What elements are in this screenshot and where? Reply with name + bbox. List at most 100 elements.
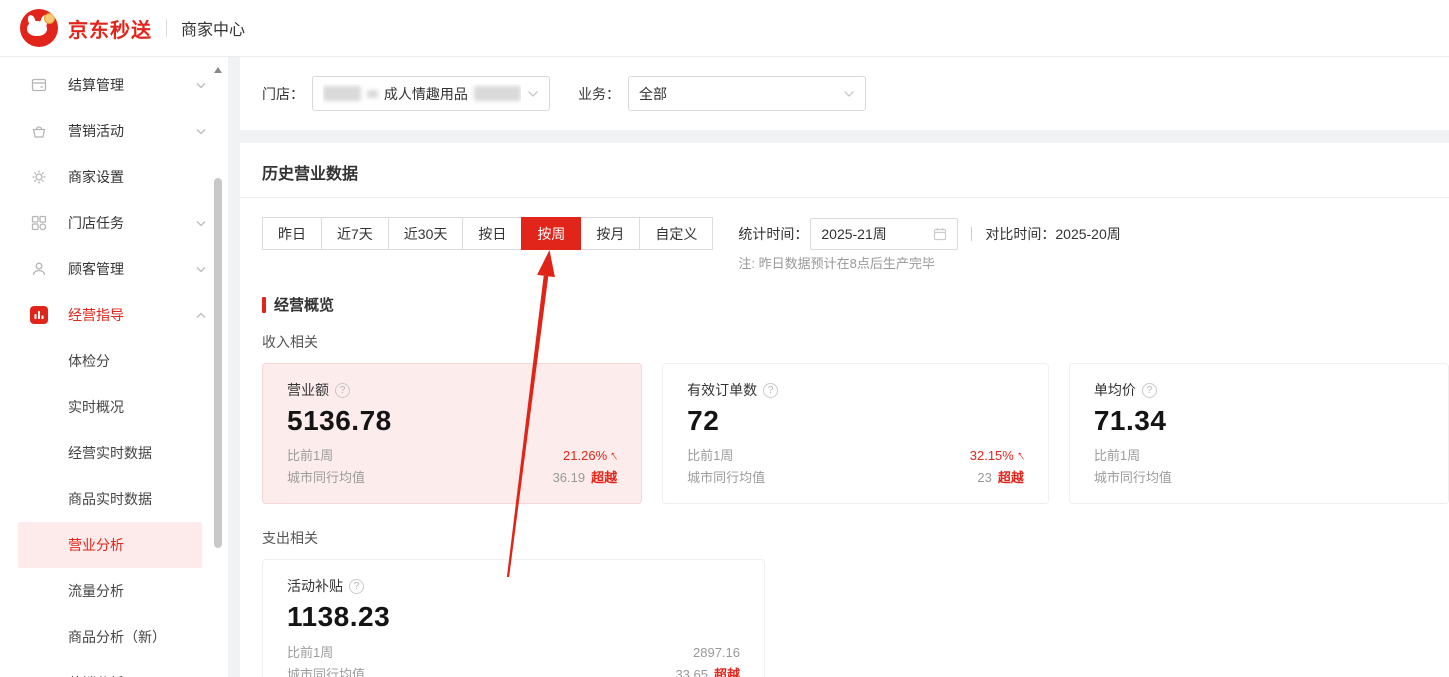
settlement-icon [30,76,48,94]
row-label: 城市同行均值 [1094,467,1172,489]
row-label: 比前1周 [1094,445,1140,467]
customers-icon [30,260,48,278]
help-icon[interactable]: ? [335,383,350,398]
tab-by-month[interactable]: 按月 [580,217,640,250]
time-range-tabs: 昨日 近7天 近30天 按日 按周 按月 自定义 [262,217,713,250]
help-icon[interactable]: ? [1142,383,1157,398]
card-value: 1138.23 [287,601,740,633]
sidebar-subitem-realtime-overview[interactable]: 实时概况 [0,384,228,430]
row-value: 23 [977,470,991,485]
business-select[interactable]: 全部 [628,76,866,111]
history-data-panel: 历史营业数据 昨日 近7天 近30天 按日 按周 按月 自定义 统计时间： 20… [240,143,1449,677]
row-value: 32.15% [970,448,1014,463]
masked-text [474,86,521,101]
business-label: 业务： [578,84,620,104]
row-value: 21.26% [563,448,607,463]
chevron-down-icon [196,82,206,89]
compare-time-label: 对比时间： [985,224,1055,244]
metric-card-activity-subsidy: 活动补贴 ? 1138.23 比前1周 2897.16 城市同行均值 33.65… [262,559,765,677]
card-title: 活动补贴 [287,576,343,596]
overview-title: 经营概览 [274,294,334,315]
sidebar-subitem-health-score[interactable]: 体检分 [0,338,228,384]
stat-time-label: 统计时间： [738,224,808,244]
row-label: 城市同行均值 [287,467,365,489]
tab-last-7-days[interactable]: 近7天 [321,217,389,250]
sidebar-item-label: 结算管理 [68,75,196,95]
sidebar-item-label: 顾客管理 [68,259,196,279]
tab-yesterday[interactable]: 昨日 [262,217,322,250]
sidebar-item-label: 门店任务 [68,213,196,233]
sidebar-scrollbar-thumb[interactable] [214,178,222,548]
compare-time-value: 2025-20周 [1055,224,1120,244]
surpass-badge: 超越 [998,470,1024,485]
surpass-badge: 超越 [591,470,617,485]
vertical-divider [971,227,972,241]
card-value: 72 [687,405,1024,437]
masked-text [367,90,378,98]
sidebar-subitem-traffic-analysis[interactable]: 流量分析 [0,568,228,614]
metric-card-avg-order-price: 单均价 ? 71.34 比前1周 城市同行均值 [1069,363,1449,504]
sidebar-subitem-business-analysis[interactable]: 营业分析 [18,522,202,568]
row-value: 36.19 [553,470,586,485]
stat-time-picker[interactable]: 2025-21周 [810,218,958,250]
store-label: 门店： [262,84,304,104]
income-cards-row: 营业额 ? 5136.78 比前1周 21.26%↑ 城市同行均值 36.19 超… [262,363,1449,504]
row-label: 城市同行均值 [687,467,765,489]
tab-by-week[interactable]: 按周 [521,217,581,250]
tab-last-30-days[interactable]: 近30天 [388,217,464,250]
sidebar-item-customers[interactable]: 顾客管理 [0,246,228,292]
app-header: 京东秒送 商家中心 [0,0,1449,57]
chevron-down-icon [196,128,206,135]
chevron-down-icon [843,90,855,98]
sidebar-item-settlement[interactable]: 结算管理 [0,62,228,108]
sidebar-item-settings[interactable]: 商家设置 [0,154,228,200]
gear-icon [30,168,48,186]
sidebar-subitem-product-analysis[interactable]: 商品分析（新） [0,614,228,660]
income-group-title: 收入相关 [262,332,1427,352]
main-content: 门店： 成人情趣用品 业务： 全部 [240,57,1449,677]
chevron-up-icon [196,312,206,319]
stat-time-value: 2025-21周 [821,224,886,244]
card-value: 5136.78 [287,405,617,437]
sidebar-item-business-guidance[interactable]: 经营指导 [0,292,228,338]
row-value: 2897.16 [693,642,740,664]
row-label: 比前1周 [287,445,333,467]
sidebar-subitem-marketing-analysis[interactable]: 营销分析 [0,660,228,677]
row-label: 比前1周 [287,642,333,664]
help-icon[interactable]: ? [349,579,364,594]
row-value: 33.65 [675,667,708,677]
jd-logo-icon [20,9,58,47]
brand-title: 京东秒送 [68,14,152,43]
header-divider [166,19,167,37]
card-title: 单均价 [1094,380,1136,400]
calendar-icon [933,227,947,241]
scrollbar-up-arrow[interactable] [213,67,223,77]
tab-by-day[interactable]: 按日 [462,217,522,250]
marketing-icon [30,122,48,140]
card-value: 71.34 [1094,405,1424,437]
filters-panel: 门店： 成人情趣用品 业务： 全部 [240,57,1449,130]
sidebar-subitem-realtime-product-data[interactable]: 商品实时数据 [0,476,228,522]
chevron-down-icon [196,220,206,227]
help-icon[interactable]: ? [763,383,778,398]
business-guidance-icon [30,306,48,324]
tab-custom[interactable]: 自定义 [639,217,713,250]
expense-cards-row: 活动补贴 ? 1138.23 比前1周 2897.16 城市同行均值 33.65… [262,559,1427,677]
data-note: 注: 昨日数据预计在8点后生产完毕 [738,253,1120,272]
masked-text [323,86,361,101]
card-title: 营业额 [287,380,329,400]
grid-icon [30,214,48,232]
portal-title: 商家中心 [181,16,245,40]
chevron-down-icon [527,90,539,98]
section-marker [262,297,266,313]
sidebar-item-marketing[interactable]: 营销活动 [0,108,228,154]
sidebar-item-label: 商家设置 [68,167,206,187]
row-label: 比前1周 [687,445,733,467]
store-select[interactable]: 成人情趣用品 [312,76,550,111]
trend-up-icon: ↑ [604,444,622,466]
sidebar-item-store-tasks[interactable]: 门店任务 [0,200,228,246]
sidebar-subitem-realtime-business-data[interactable]: 经营实时数据 [0,430,228,476]
business-select-value: 全部 [639,84,837,104]
card-title: 有效订单数 [687,380,757,400]
surpass-badge: 超越 [714,667,740,677]
